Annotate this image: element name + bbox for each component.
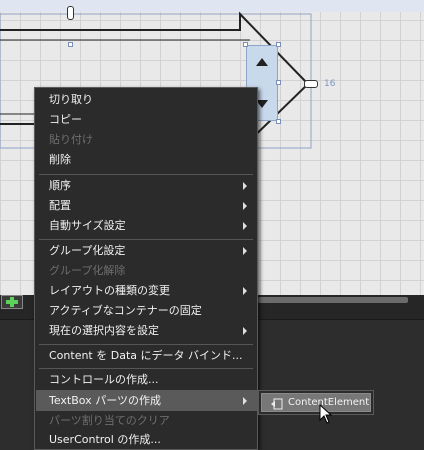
- menu-separator: [39, 368, 253, 369]
- menu-separator: [39, 239, 253, 240]
- submenu-arrow-icon: [243, 287, 247, 295]
- menu-item-paste[interactable]: 貼り付け: [49, 131, 249, 149]
- submenu-arrow-icon: [243, 202, 247, 210]
- menu-item-group[interactable]: グループ化設定: [49, 242, 249, 260]
- add-button[interactable]: [1, 295, 23, 309]
- menu-item-pin-container[interactable]: アクティブなコンテナーの固定: [49, 302, 249, 320]
- menu-item-order[interactable]: 順序: [49, 177, 249, 195]
- plus-arrow-icon: [6, 297, 18, 307]
- content-element-icon: [271, 398, 283, 410]
- mouse-cursor-icon: [319, 404, 333, 424]
- context-menu: 切り取り コピー 貼り付け 削除 順序 配置 自動サイズ設定 グループ化設定 グ…: [34, 87, 258, 450]
- anchor-connector-icon[interactable]: [304, 80, 318, 88]
- resize-handle[interactable]: [68, 42, 73, 47]
- menu-item-user-control[interactable]: UserControl の作成...: [49, 431, 249, 449]
- menu-item-autosize[interactable]: 自動サイズ設定: [49, 217, 249, 235]
- submenu-arrow-icon: [243, 247, 247, 255]
- submenu: ContentElement: [258, 390, 374, 415]
- menu-item-cut[interactable]: 切り取り: [49, 91, 249, 109]
- menu-item-delete[interactable]: 削除: [49, 151, 249, 169]
- menu-item-make-control[interactable]: コントロールの作成...: [49, 371, 249, 389]
- submenu-arrow-icon: [243, 182, 247, 190]
- menu-item-align[interactable]: 配置: [49, 197, 249, 215]
- menu-item-set-selection[interactable]: 現在の選択内容を設定: [49, 322, 249, 340]
- menu-separator: [39, 344, 253, 345]
- submenu-arrow-icon: [243, 397, 247, 405]
- menu-item-textbox-parts[interactable]: TextBox パーツの作成: [49, 392, 249, 410]
- submenu-arrow-icon: [243, 327, 247, 335]
- resize-handle[interactable]: [276, 119, 281, 124]
- resize-handle[interactable]: [243, 42, 248, 47]
- menu-item-copy[interactable]: コピー: [49, 111, 249, 129]
- menu-item-clear-parts[interactable]: パーツ割り当てのクリア: [49, 412, 249, 430]
- menu-separator: [39, 174, 253, 175]
- resize-handle[interactable]: [276, 80, 281, 85]
- menu-item-ungroup[interactable]: グループ化解除: [49, 262, 249, 280]
- submenu-arrow-icon: [243, 222, 247, 230]
- ruler-value: 16: [324, 79, 336, 89]
- menu-item-data-bind[interactable]: Content を Data にデータ バインド...: [49, 347, 249, 365]
- menu-item-change-layout[interactable]: レイアウトの種類の変更: [49, 282, 249, 300]
- spin-up-icon[interactable]: [256, 58, 268, 66]
- anchor-icon[interactable]: [67, 6, 74, 20]
- resize-handle[interactable]: [276, 42, 281, 47]
- horizontal-scrollbar[interactable]: [258, 297, 408, 303]
